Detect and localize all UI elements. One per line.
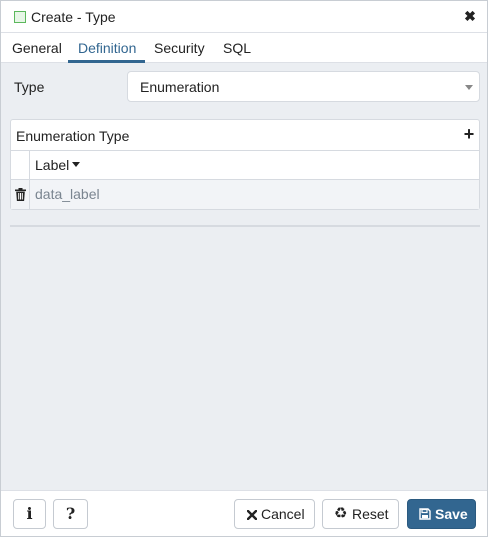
floppy-disk-icon [419, 508, 431, 520]
close-icon [247, 510, 257, 520]
dialog-footer: i ? Cancel ♻ Reset Save [1, 490, 487, 536]
type-field-label: Type [14, 79, 45, 95]
tab-sql[interactable]: SQL [223, 40, 251, 56]
reset-label: Reset [352, 506, 389, 522]
reset-button[interactable]: ♻ Reset [322, 499, 399, 529]
help-button[interactable]: ? [53, 499, 88, 529]
save-label: Save [435, 506, 468, 522]
plus-icon[interactable]: + [461, 125, 477, 143]
dialog-titlebar: Create - Type ✖ [1, 1, 487, 33]
type-select[interactable]: Enumeration [127, 71, 480, 102]
cancel-button[interactable]: Cancel [234, 499, 315, 529]
save-button[interactable]: Save [407, 499, 476, 529]
sort-caret-icon[interactable] [72, 162, 80, 167]
recycle-icon: ♻ [334, 505, 348, 522]
enumeration-grid: Enumeration Type + Label data_label [10, 119, 480, 210]
type-select-value: Enumeration [140, 79, 220, 95]
grid-header: Label [11, 150, 479, 179]
trash-icon[interactable] [15, 188, 26, 201]
tab-general[interactable]: General [12, 40, 62, 56]
info-icon: i [26, 504, 33, 523]
dialog-title: Create - Type [31, 9, 116, 25]
cancel-label: Cancel [261, 506, 305, 522]
chevron-down-icon [465, 85, 473, 90]
create-type-dialog: Create - Type ✖ General Definition Secur… [0, 0, 488, 537]
tab-security[interactable]: Security [154, 40, 205, 56]
column-header-label[interactable]: Label [35, 157, 69, 173]
active-tab-indicator [68, 60, 145, 63]
tab-definition[interactable]: Definition [78, 40, 136, 56]
row-gutter [11, 180, 30, 209]
close-icon[interactable]: ✖ [463, 9, 477, 23]
label-cell[interactable]: data_label [35, 186, 100, 202]
type-icon [14, 11, 26, 23]
tab-bar: General Definition Security SQL [1, 33, 487, 63]
divider [10, 225, 480, 227]
grid-header-gutter [11, 151, 30, 179]
info-button[interactable]: i [13, 499, 46, 529]
table-row: data_label [11, 179, 479, 209]
question-icon: ? [65, 504, 76, 523]
grid-title: Enumeration Type [16, 128, 130, 144]
